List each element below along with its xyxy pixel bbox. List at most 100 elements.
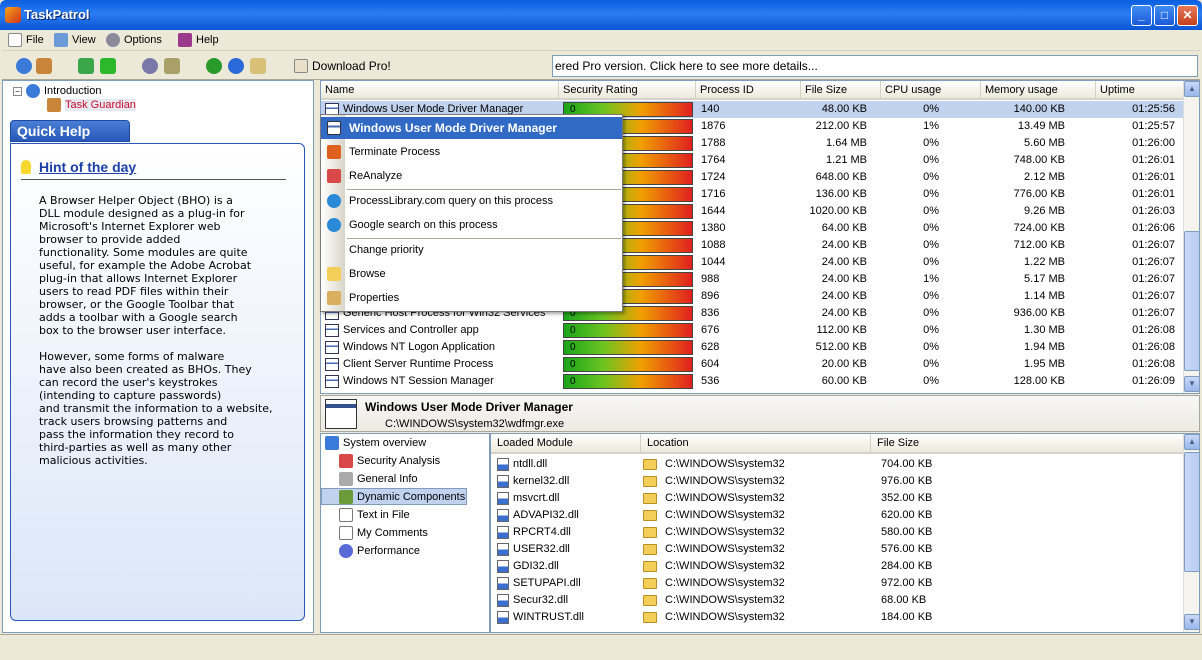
menu-options[interactable]: Options (106, 33, 162, 47)
uptime: 01:26:09 (1132, 375, 1175, 387)
cpu-usage: 0% (923, 205, 939, 217)
properties-item[interactable]: Properties (321, 287, 622, 309)
menu-help[interactable]: Help (178, 33, 219, 47)
export-icon[interactable] (78, 58, 94, 74)
promo-banner[interactable]: ered Pro version. Click here to see more… (552, 55, 1198, 77)
module-row[interactable]: kernel32.dll C:\WINDOWS\system32 976.00 KB (491, 473, 1181, 490)
module-name: WINTRUST.dll (513, 611, 584, 623)
column-header-cpu-usage[interactable]: CPU usage (881, 81, 981, 100)
module-row[interactable]: GDI32.dll C:\WINDOWS\system32 284.00 KB (491, 558, 1181, 575)
table-row[interactable]: Windows NT Session Manager 0 536 60.00 KB 0%… (321, 373, 1183, 390)
browse-item[interactable]: Browse (321, 263, 622, 285)
module-row[interactable]: SETUPAPI.dll C:\WINDOWS\system32 972.00 KB (491, 575, 1181, 592)
download-pro-button[interactable]: Download Pro! (294, 59, 391, 73)
nav-general-info[interactable]: General Info (339, 470, 418, 487)
table-row[interactable]: Services and Controller app 0 676 112.00 KB… (321, 322, 1183, 339)
hint-title[interactable]: Hint of the day (39, 159, 136, 175)
quick-help-tab[interactable]: Quick Help (10, 120, 130, 142)
security-rating-bar: 0 (563, 374, 693, 389)
scroll-thumb[interactable] (1184, 452, 1200, 572)
help-book-icon (178, 33, 192, 47)
close-button[interactable]: ✕ (1177, 5, 1198, 26)
module-row[interactable]: Secur32.dll C:\WINDOWS\system32 68.00 KB (491, 592, 1181, 609)
nav-performance[interactable]: Performance (339, 542, 420, 559)
menu-view[interactable]: View (54, 33, 96, 47)
mail-icon[interactable] (250, 58, 266, 74)
column-header-security-rating[interactable]: Security Rating (559, 81, 696, 100)
uptime: 01:26:07 (1132, 290, 1175, 302)
maximize-button[interactable]: □ (1154, 5, 1175, 26)
google-search-item[interactable]: Google search on this process (321, 214, 622, 236)
terminate-process-item[interactable]: Terminate Process (321, 141, 622, 163)
info-icon[interactable] (16, 58, 32, 74)
module-row[interactable]: RPCRT4.dll C:\WINDOWS\system32 580.00 KB (491, 524, 1181, 541)
modules-scrollbar[interactable]: ▲ ▼ (1183, 434, 1200, 632)
security-rating-value: 0 (570, 376, 576, 387)
nav-system-overview[interactable]: System overview (325, 434, 426, 451)
nav-text-in-file[interactable]: Text in File (339, 506, 410, 523)
nav-security-analysis[interactable]: Security Analysis (339, 452, 440, 469)
folder-icon (643, 544, 657, 555)
file-size: 24.00 KB (821, 256, 867, 268)
processlibrary-query-item[interactable]: ProcessLibrary.com query on this process (321, 190, 622, 212)
detail-process-name: Windows User Mode Driver Manager (365, 400, 573, 414)
module-row[interactable]: WINTRUST.dll C:\WINDOWS\system32 184.00 KB (491, 609, 1181, 626)
module-location: C:\WINDOWS\system32 (665, 526, 785, 538)
uptime: 01:25:57 (1132, 120, 1175, 132)
cpu-usage: 0% (923, 290, 939, 302)
nav-dynamic-components[interactable]: Dynamic Components (321, 488, 467, 505)
edit-icon[interactable] (164, 58, 180, 74)
scroll-down-icon[interactable]: ▼ (1184, 376, 1200, 392)
memory-usage: 2.12 MB (1024, 171, 1065, 183)
table-row[interactable]: Windows NT Logon Application 0 628 512.00 K… (321, 339, 1183, 356)
scroll-down-icon[interactable]: ▼ (1184, 614, 1200, 630)
process-id: 628 (701, 341, 720, 353)
column-header-loaded-module[interactable]: Loaded Module (491, 434, 641, 454)
security-rating-value: 0 (570, 342, 576, 353)
cpu-usage: 0% (923, 307, 939, 319)
column-header-uptime[interactable]: Uptime (1096, 81, 1186, 100)
folder-icon (643, 510, 657, 521)
column-header-memory-usage[interactable]: Memory usage (981, 81, 1096, 100)
module-size: 704.00 KB (881, 458, 933, 470)
process-name: Client Server Runtime Process (343, 358, 494, 370)
scroll-thumb[interactable] (1184, 231, 1200, 371)
tree-item-task-guardian[interactable]: Task Guardian (47, 98, 136, 112)
menu-file[interactable]: File (8, 33, 44, 47)
scroll-up-icon[interactable]: ▲ (1184, 434, 1200, 450)
process-scrollbar[interactable]: ▲ ▼ (1183, 81, 1200, 393)
process-id: 836 (701, 307, 720, 319)
column-header-name[interactable]: Name (321, 81, 559, 100)
users-icon[interactable] (36, 58, 52, 74)
module-name: Secur32.dll (513, 594, 569, 606)
tree-item-introduction[interactable]: − Introduction (13, 84, 101, 98)
settings-icon[interactable] (142, 58, 158, 74)
lightbulb-icon (21, 160, 31, 174)
column-header-file-size[interactable]: File Size (801, 81, 881, 100)
nav-my-comments[interactable]: My Comments (339, 524, 428, 541)
globe-icon[interactable] (228, 58, 244, 74)
down-arrow-icon[interactable] (100, 58, 116, 74)
module-row[interactable]: msvcrt.dll C:\WINDOWS\system32 352.00 KB (491, 490, 1181, 507)
column-header-file-size[interactable]: File Size (871, 434, 1199, 454)
minimize-button[interactable]: _ (1131, 5, 1152, 26)
cpu-usage: 0% (923, 188, 939, 200)
scroll-up-icon[interactable]: ▲ (1184, 81, 1200, 97)
cpu-usage: 0% (923, 154, 939, 166)
help-icon[interactable] (206, 58, 222, 74)
context-menu-title[interactable]: Windows User Mode Driver Manager (321, 117, 622, 139)
module-row[interactable]: ADVAPI32.dll C:\WINDOWS\system32 620.00 KB (491, 507, 1181, 524)
reanalyze-item[interactable]: ReAnalyze (321, 165, 622, 187)
table-row[interactable]: Client Server Runtime Process 0 604 20.00 K… (321, 356, 1183, 373)
module-row[interactable]: USER32.dll C:\WINDOWS\system32 576.00 KB (491, 541, 1181, 558)
column-header-process-id[interactable]: Process ID (696, 81, 801, 100)
dll-icon (497, 611, 509, 624)
column-header-location[interactable]: Location (641, 434, 871, 454)
cpu-usage: 0% (923, 324, 939, 336)
process-id: 1788 (701, 137, 726, 149)
process-icon (325, 375, 339, 388)
change-priority-item[interactable]: Change priority (321, 239, 622, 261)
collapse-icon[interactable]: − (13, 86, 22, 96)
module-row[interactable]: ntdll.dll C:\WINDOWS\system32 704.00 KB (491, 456, 1181, 473)
app-icon (5, 7, 21, 23)
